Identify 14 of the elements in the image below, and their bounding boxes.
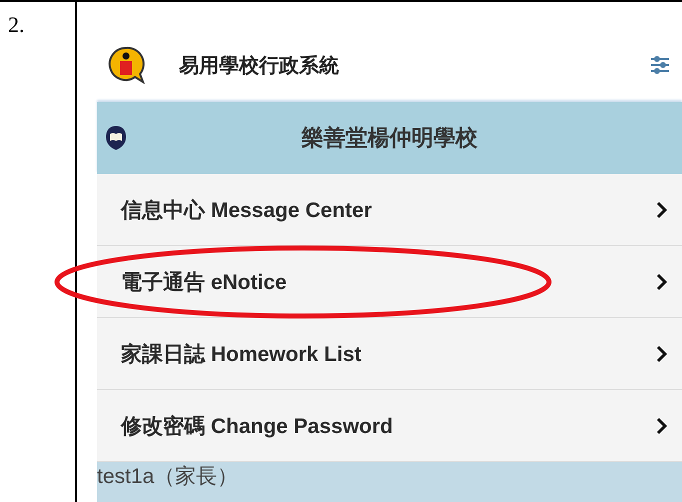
step-number: 2. (0, 2, 77, 502)
chevron-right-icon (656, 272, 668, 290)
school-name: 樂善堂楊仲明學校 (300, 124, 478, 153)
menu-item[interactable]: 家課日誌 Homework List (97, 318, 682, 390)
user-name: test1a（家長） (97, 464, 238, 490)
chevron-right-icon (656, 200, 668, 218)
menu-item[interactable]: 信息中心 Message Center (97, 174, 682, 246)
app-title: 易用學校行政系統 (179, 52, 340, 78)
chevron-right-icon (656, 416, 668, 434)
chevron-right-icon (656, 344, 668, 362)
settings-icon[interactable] (650, 55, 670, 75)
book-crest-icon (105, 125, 127, 151)
app-logo-icon (107, 46, 145, 84)
menu-item[interactable]: 修改密碼 Change Password (97, 390, 682, 462)
